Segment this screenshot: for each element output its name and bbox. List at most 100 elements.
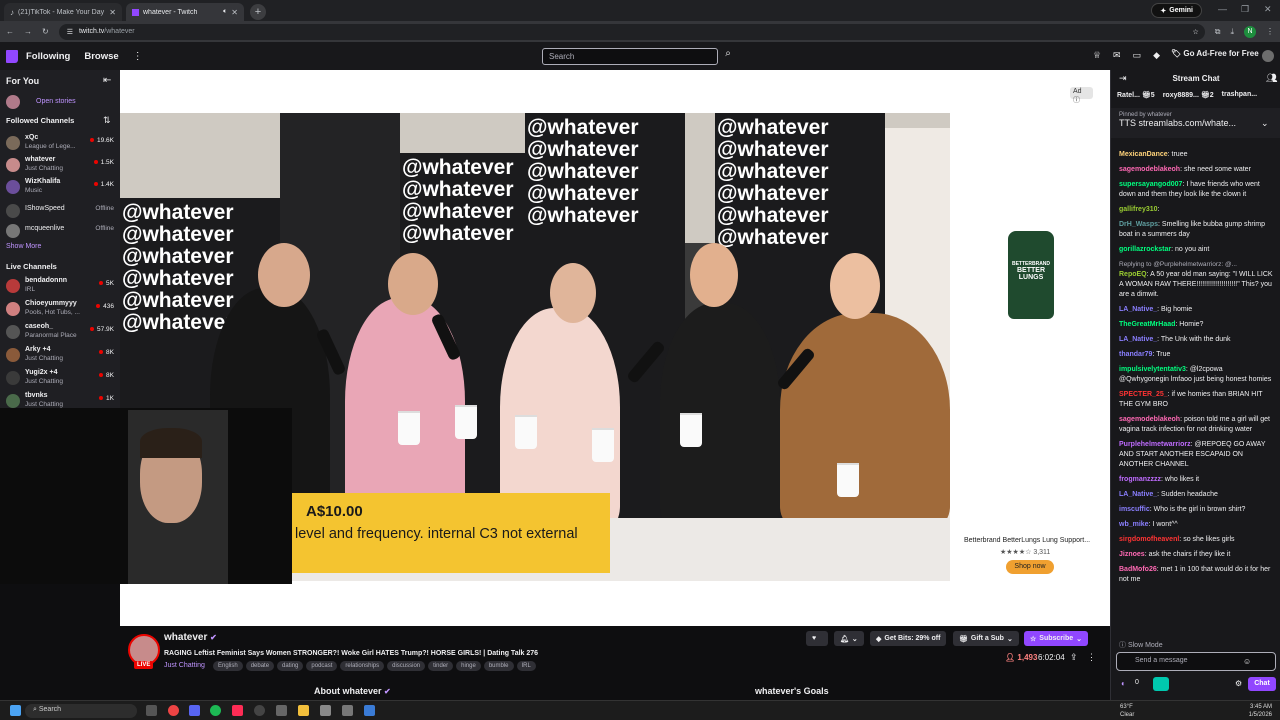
notifications-bell-button[interactable]: 🔔︎ ⌄ [834,631,864,646]
subscribe-button[interactable]: ☆ Subscribe ⌄ [1024,631,1089,646]
speaker-icon[interactable]: 🔈︎ [223,8,227,16]
file-explorer-icon[interactable] [298,705,309,716]
tag[interactable]: debate [245,661,275,671]
followed-channel[interactable]: whatever Just Chatting 1.5K [6,156,118,176]
twitch-logo-icon[interactable] [6,49,18,63]
chat-username[interactable]: gallifrey310 [1119,206,1158,213]
task-view-icon[interactable] [146,705,157,716]
gift-sub-button[interactable]: 🎁︎ Gift a Sub ⌄ [953,631,1019,646]
pinned-message[interactable]: Pinned by whatever TTS streamlabs.com/wh… [1111,108,1280,138]
browser-tab-twitch[interactable]: whatever - Twitch 🔈︎ ✕ [126,3,244,21]
chat-username[interactable]: thandar79 [1119,351,1152,358]
live-channel[interactable]: caseoh_ Paranormal Place 57.9K [6,323,118,343]
chat-username[interactable]: BadMofo26 [1119,566,1157,573]
followed-channel[interactable]: IShowSpeed Offline [6,202,118,222]
ad-badge[interactable]: Ad ⓘ [1070,87,1093,104]
notifications-icon[interactable]: ✉ [1113,50,1121,61]
show-more-link[interactable]: Show More [6,243,41,250]
shop-now-button[interactable]: Shop now [1006,560,1054,574]
minimize-icon[interactable]: — [1218,4,1227,14]
chrome-icon[interactable] [168,705,179,716]
gifter[interactable]: Ratel... 🎁︎5 [1117,91,1155,103]
chat-username[interactable]: imscuffic [1119,506,1150,513]
chat-username[interactable]: impulsivelytentativ3 [1119,366,1186,373]
discord-icon[interactable] [189,705,200,716]
app-icon[interactable] [364,705,375,716]
display-ad-panel[interactable] [950,113,1110,581]
tag[interactable]: podcast [306,661,338,671]
collapse-sidebar-icon[interactable]: ⇤ [103,75,111,86]
tag[interactable]: dating [277,661,304,671]
chat-username[interactable]: supersayangod007 [1119,181,1182,188]
tag[interactable]: bumble [483,661,514,671]
chatgpt-icon[interactable] [276,705,287,716]
site-info-icon[interactable]: ☰ [67,28,73,36]
get-bits-button[interactable]: ◆ Get Bits: 29% off [870,631,947,646]
live-channel[interactable]: Chioeyummyyy Pools, Hot Tubs, ... 436 [6,300,118,320]
prime-loot-icon[interactable]: ♕ [1093,50,1101,61]
gemini-button[interactable]: ✦ Gemini [1151,3,1202,18]
followed-channel[interactable]: WizKhalifa Music 1.4K [6,178,118,198]
chat-username[interactable]: sagemodeblakeoh [1119,166,1180,173]
emote-icon[interactable]: ☺ [1243,657,1251,666]
stream-category-link[interactable]: Just Chatting [164,662,205,669]
chat-username[interactable]: SPECTER_25_ [1119,391,1168,398]
whispers-icon[interactable]: ▭ [1133,50,1142,61]
chat-username[interactable]: sagemodeblakeoh [1119,416,1180,423]
reload-icon[interactable]: ↻ [42,27,49,36]
search-icon[interactable]: ⌕ [721,48,735,65]
obs-icon[interactable] [254,705,265,716]
reply-context[interactable]: Replying to @Purplehelmetwarriorz: @... [1119,260,1274,270]
ad-product-name[interactable]: Betterbrand BetterLungs Lung Support... [964,537,1090,544]
sort-icon[interactable]: ⇅ [103,115,111,126]
tag[interactable]: hinge [456,661,481,671]
new-tab-button[interactable]: + [250,4,266,20]
url-field[interactable]: ☰ twitch.tv/whatever ☆ [58,23,1205,40]
menu-kebab-icon[interactable]: ⋮ [1266,27,1274,36]
extensions-icon[interactable]: ⧉ [1215,27,1221,37]
go-ad-free-button[interactable]: 🏷︎ Go Ad-Free for Free [1171,49,1259,58]
tag[interactable]: relationships [340,661,385,671]
settings-icon[interactable] [342,705,353,716]
chat-input[interactable]: Send a message [1116,652,1276,671]
close-window-icon[interactable]: ✕ [1264,4,1272,15]
forward-icon[interactable]: → [24,27,32,36]
chat-username[interactable]: MexicanDance [1119,151,1168,158]
spotify-icon[interactable] [210,705,221,716]
chat-username[interactable]: RepoEQ [1119,271,1147,278]
stories-avatar[interactable] [6,95,20,109]
tag[interactable]: tinder [428,661,454,671]
chat-username[interactable]: LA_Native_ [1119,336,1157,343]
open-stories-link[interactable]: Open stories [36,98,76,105]
taskbar-search[interactable]: ⌕ Search [25,704,137,718]
weather-widget[interactable]: 63°F Clear [1120,703,1134,719]
live-channel[interactable]: Arky +4 Just Chatting 8K [6,346,118,366]
chat-username[interactable]: gorillazrockstar [1119,246,1171,253]
chat-send-button[interactable]: Chat [1248,677,1276,691]
browser-tab-tiktok[interactable]: ♪ (21)TikTok - Make Your Day ✕ [4,3,122,21]
tiktok-icon[interactable] [232,705,243,716]
followed-channel[interactable]: xQc League of Lege... 19.6K [6,134,118,154]
bits-icon[interactable]: ◆ [1153,50,1160,61]
bookmark-star-icon[interactable]: ☆ [1192,28,1198,36]
following-link[interactable]: Following [26,51,70,62]
channel-points-icon[interactable]: ◐ [1121,679,1126,688]
chat-username[interactable]: Jiznoes [1119,551,1145,558]
chat-username[interactable]: DrH_Wasps [1119,221,1158,228]
tag[interactable]: IRL [516,661,536,671]
app-icon[interactable] [320,705,331,716]
more-kebab-icon[interactable]: ⋮ [133,51,143,62]
back-icon[interactable]: ← [6,27,14,36]
follow-heart-button[interactable]: ♥ [806,631,828,646]
chat-username[interactable]: frogmanzzzz [1119,476,1161,483]
community-icon[interactable]: 👥︎ [1266,73,1277,84]
profile-avatar[interactable]: N [1244,25,1256,38]
gifter[interactable]: roxy8889... 🎁︎2 [1163,91,1214,103]
close-tab-icon[interactable]: ✕ [109,8,116,17]
gifter[interactable]: trashpan... [1222,91,1257,103]
maximize-icon[interactable]: ❐ [1241,4,1249,15]
chat-username[interactable]: sirgdomofheavenl [1119,536,1179,543]
downloads-icon[interactable]: ⤓ [1230,27,1234,37]
tag[interactable]: discussion [387,661,426,671]
share-icon[interactable]: ⇪ [1070,652,1078,663]
